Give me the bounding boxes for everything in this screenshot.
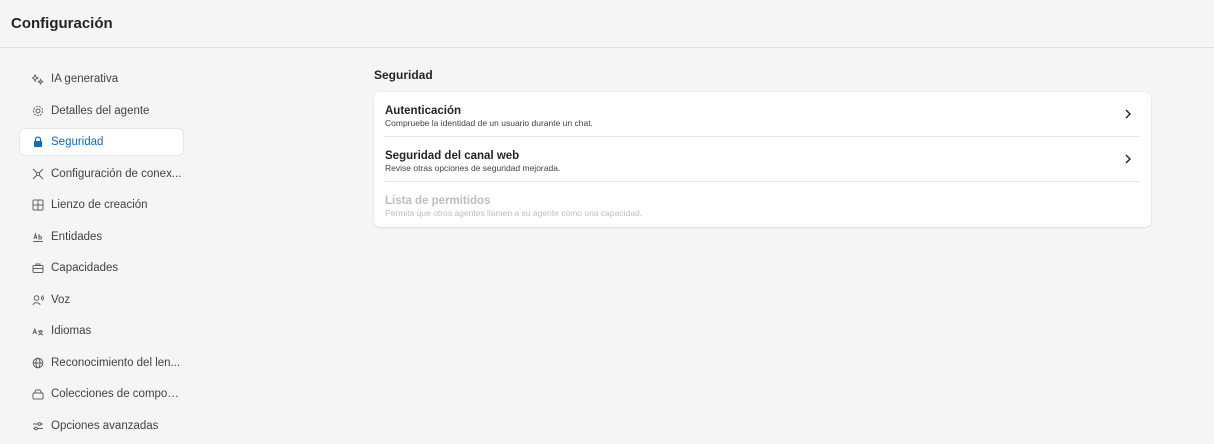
sidebar-item-reconocimiento-del-lenguaje[interactable]: Reconocimiento del len... [20,350,183,376]
sidebar-item-label: Capacidades [51,262,119,274]
chevron-right-icon [1122,107,1134,121]
sidebar-item-label: Lienzo de creación [51,199,148,211]
grid-icon [31,198,45,212]
security-options-card: Autenticación Compruebe la identidad de … [374,92,1151,227]
row-description: Compruebe la identidad de un usuario dur… [385,118,593,128]
row-title: Seguridad del canal web [385,150,520,162]
allowlist-row: Lista de permitidos Permita que otros ag… [385,182,1140,227]
entity-icon [31,230,45,244]
voice-icon [31,293,45,307]
sidebar-item-idiomas[interactable]: Idiomas [20,318,183,344]
sparkle-icon [31,72,45,86]
sidebar-item-label: Voz [51,293,71,306]
sidebar-item-lienzo-de-creacion[interactable]: Lienzo de creación [20,192,183,218]
sidebar-item-opciones-avanzadas[interactable]: Opciones avanzadas [20,413,183,439]
sliders-icon [31,419,45,433]
sidebar-item-seguridad[interactable]: Seguridad [20,129,183,155]
row-description: Permita que otros agentes llamen a su ag… [385,208,643,218]
sidebar-item-label: Detalles del agente [51,104,150,117]
sidebar-item-label: Idiomas [51,325,92,337]
sidebar-item-configuracion-de-conexion[interactable]: Configuración de conex... [20,161,183,187]
briefcase-icon [31,261,45,275]
gear-icon [31,104,45,118]
chevron-right-icon [1122,152,1134,166]
sidebar-item-label: IA generativa [51,73,119,85]
settings-page: Configuración IA generativa Detalles del… [0,0,1214,440]
sidebar-item-capacidades[interactable]: Capacidades [20,255,183,281]
sidebar-item-label: Seguridad [51,136,104,148]
section-title: Seguridad [374,68,433,82]
sidebar-item-ia-generativa[interactable]: IA generativa [20,66,183,92]
row-title: Autenticación [385,105,462,117]
page-header: Configuración [0,0,1214,48]
security-panel: Seguridad Autenticación Compruebe la ide… [374,68,1151,227]
sidebar-item-detalles-del-agente[interactable]: Detalles del agente [20,98,183,124]
globe-icon [31,356,45,370]
translate-icon [31,324,45,338]
settings-sidebar: IA generativa Detalles del agente Seguri… [20,66,183,444]
sidebar-item-entidades[interactable]: Entidades [20,224,183,250]
sidebar-item-label: Configuración de conex... [51,167,182,180]
sidebar-item-label: Colecciones de compon... [50,388,183,400]
sidebar-item-label: Entidades [51,230,103,243]
sidebar-item-label: Opciones avanzadas [51,419,159,432]
web-channel-security-row[interactable]: Seguridad del canal web Revise otras opc… [385,137,1140,182]
plug-icon [31,167,45,181]
row-title: Lista de permitidos [385,195,491,207]
authentication-row[interactable]: Autenticación Compruebe la identidad de … [385,92,1140,137]
page-title: Configuración [11,15,113,32]
collection-icon [31,387,45,401]
lock-icon [31,135,45,149]
row-description: Revise otras opciones de seguridad mejor… [385,163,561,173]
sidebar-item-colecciones-de-componentes[interactable]: Colecciones de compon... [20,381,183,407]
sidebar-item-voz[interactable]: Voz [20,287,183,313]
sidebar-item-label: Reconocimiento del len... [51,356,181,369]
